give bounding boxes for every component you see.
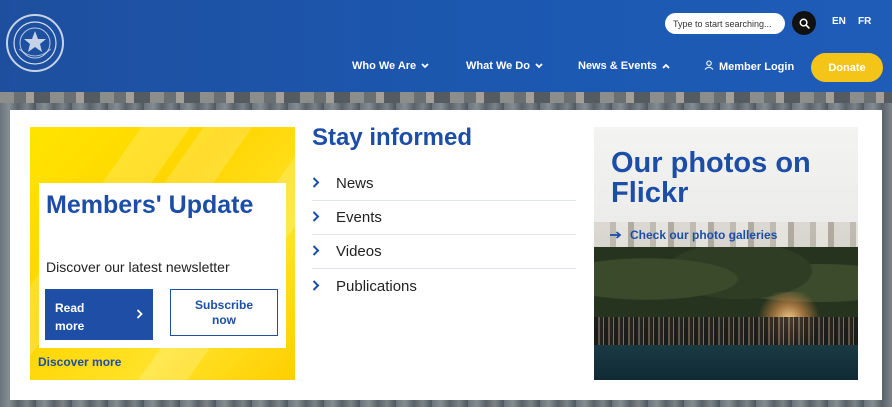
photo-galleries-label: Check our photo galleries [630,228,778,242]
list-item-videos[interactable]: Videos [312,235,576,269]
flickr-title: Our photos on Flickr [611,147,811,209]
language-en[interactable]: EN [832,16,846,27]
nav-label: Who We Are [352,60,417,72]
stay-informed-list: News Events Videos Publications [312,167,576,303]
chevron-right-icon [312,209,336,226]
promo-title: Members' Update [46,191,254,219]
search-input[interactable] [665,13,785,34]
chevron-down-icon [535,61,543,71]
list-item-news[interactable]: News [312,167,576,201]
read-more-button[interactable]: Read more [45,289,153,340]
chevron-right-icon [312,243,336,260]
search-button[interactable] [792,11,816,35]
search-icon [799,18,810,29]
list-item-events[interactable]: Events [312,201,576,235]
promo-card: Members' Update Discover our latest news… [39,183,286,348]
nav-label: News & Events [578,60,657,72]
chevron-right-icon [312,278,336,295]
chevron-right-icon [312,175,336,192]
member-login-label: Member Login [719,60,795,73]
nav-what-we-do[interactable]: What We Do [466,60,543,72]
list-item-label: Videos [336,243,382,260]
promo-subtitle: Discover our latest newsletter [46,259,230,275]
member-login-link[interactable]: Member Login [704,60,794,73]
chevron-right-icon [136,305,143,323]
seal-emblem [13,21,57,65]
read-more-label: Read more [55,301,85,333]
chevron-down-icon [421,61,429,71]
nav-news-events[interactable]: News & Events [578,60,670,72]
page: EN FR Who We Are What We Do News & Event… [0,0,892,407]
list-item-publications[interactable]: Publications [312,269,576,303]
language-fr[interactable]: FR [858,16,871,27]
arrow-right-icon [610,228,622,242]
nav-label: What We Do [466,60,530,72]
subscribe-now-button[interactable]: Subscribe now [170,289,278,336]
user-icon [704,60,714,73]
list-item-label: News [336,175,374,192]
members-update-promo: Members' Update Discover our latest news… [30,127,295,380]
news-events-dropdown: Members' Update Discover our latest news… [10,110,882,400]
flickr-promo[interactable]: Our photos on Flickr Check our photo gal… [594,127,858,380]
crowd-image [594,317,858,347]
subscribe-label: Subscribe now [194,298,254,327]
nav-who-we-are[interactable]: Who We Are [352,60,429,72]
list-item-label: Events [336,209,382,226]
discover-more-link[interactable]: Discover more [38,355,121,369]
photo-galleries-link[interactable]: Check our photo galleries [610,228,777,242]
chevron-up-icon [662,61,670,71]
stay-informed-heading: Stay informed [312,124,473,151]
seal-logo-icon[interactable] [6,14,64,72]
pool-image [594,345,858,380]
site-header: EN FR Who We Are What We Do News & Event… [0,0,892,92]
donate-button[interactable]: Donate [811,53,883,82]
list-item-label: Publications [336,277,417,295]
